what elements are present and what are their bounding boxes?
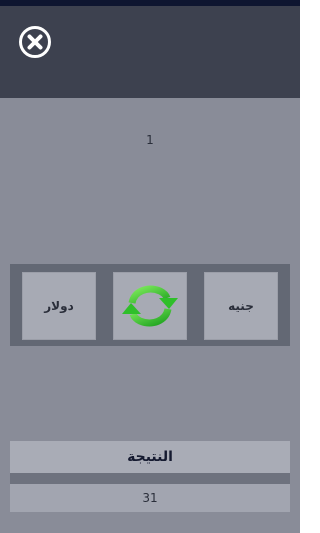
result-value: 31 bbox=[10, 484, 290, 512]
refresh-arrows-icon bbox=[122, 285, 178, 327]
result-divider bbox=[10, 473, 290, 484]
from-currency-button[interactable]: دولار bbox=[22, 272, 96, 340]
close-circle-icon bbox=[19, 26, 51, 58]
header-bar bbox=[0, 6, 300, 98]
swap-button[interactable] bbox=[113, 272, 187, 340]
to-currency-button[interactable]: جنيه bbox=[204, 272, 278, 340]
close-button[interactable] bbox=[18, 25, 52, 59]
amount-input[interactable]: 1 bbox=[0, 133, 300, 147]
result-label: النتيجة bbox=[10, 441, 290, 473]
converter-screen: 1 دولار جنيه النتيجة 31 bbox=[0, 0, 300, 533]
